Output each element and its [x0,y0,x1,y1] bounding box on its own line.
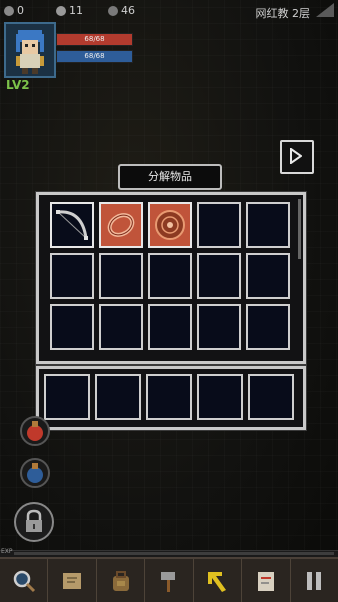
coin-icon [4,5,14,16]
padlock-icon [26,509,42,532]
gem-counter: 11 [56,4,83,17]
inventory-slot-empty[interactable] [246,253,290,299]
bow-icon [56,210,88,240]
inventory-slot-bow[interactable] [50,202,94,248]
inventory-slot-empty[interactable] [99,253,143,299]
hammer-icon [160,571,175,592]
upgrade-tool-button[interactable] [194,559,243,602]
search-tool-button[interactable] [0,559,49,602]
pause-button[interactable] [291,559,338,602]
dialog-title: 分解物品 [118,164,222,190]
mana-potion-button[interactable] [20,458,50,488]
mana-potion-icon [27,463,43,483]
item-inventory-panel [35,191,307,365]
dungeon-floor-label: 网红教 2层 [255,7,311,20]
inventory-slot-empty[interactable] [197,304,241,350]
decompose-slot[interactable] [95,374,141,420]
coin-count: 0 [17,4,24,17]
coin-counter: 0 [4,4,24,17]
play-arrow-icon [290,148,302,164]
decompose-slot[interactable] [248,374,294,420]
inventory-slot-empty[interactable] [50,253,94,299]
gem-count: 11 [69,4,83,17]
hp-bar: 68/68 [56,33,133,46]
inventory-slot-empty[interactable] [197,202,241,248]
map-scroll-icon [63,572,82,589]
inventory-slot-empty[interactable] [246,202,290,248]
key-counter: 46 [108,4,135,17]
next-button[interactable] [280,140,314,174]
player-level: LV2 [6,78,30,92]
top-bar: 0 11 46 网红教 2层 [0,0,338,22]
bag-tool-button[interactable] [97,559,146,602]
decompose-slots-panel [35,365,307,431]
hammer-tool-button[interactable] [145,559,194,602]
stairs-icon [316,3,334,17]
backpack-icon [112,570,129,591]
yellow-arrow-icon [208,571,227,592]
inventory-grid [50,202,290,350]
inventory-slot-empty[interactable] [148,304,192,350]
mp-bar: 68/68 [56,50,133,63]
inventory-slot-empty[interactable] [99,304,143,350]
decompose-grid [44,374,294,420]
xp-bar-track [14,552,334,555]
decompose-slot[interactable] [44,374,90,420]
health-potion-button[interactable] [20,416,50,446]
bottom-toolbar [0,557,338,602]
key-count: 46 [121,4,135,17]
inventory-slot-empty[interactable] [50,304,94,350]
decompose-slot[interactable] [197,374,243,420]
inventory-slot-shield[interactable] [148,202,192,248]
quest-tool-button[interactable] [242,559,291,602]
key-icon [108,5,118,16]
hero-avatar[interactable] [4,22,56,78]
gem-icon [56,5,66,16]
decompose-slot[interactable] [146,374,192,420]
inventory-scrollbar[interactable] [298,199,301,259]
xp-bar [0,550,338,557]
quest-note-icon [257,571,274,591]
magnifier-icon [13,570,35,592]
inventory-slot-empty[interactable] [246,304,290,350]
health-potion-icon [27,421,43,441]
hero-portrait-icon [16,30,44,74]
map-tool-button[interactable] [48,559,97,602]
round-shield-icon [155,210,185,240]
pause-icon [307,571,322,590]
ring-icon [107,213,135,237]
lock-button[interactable] [14,502,54,542]
inventory-slot-ring[interactable] [99,202,143,248]
xp-label: EXP [1,548,13,555]
inventory-slot-empty[interactable] [148,253,192,299]
inventory-slot-empty[interactable] [197,253,241,299]
